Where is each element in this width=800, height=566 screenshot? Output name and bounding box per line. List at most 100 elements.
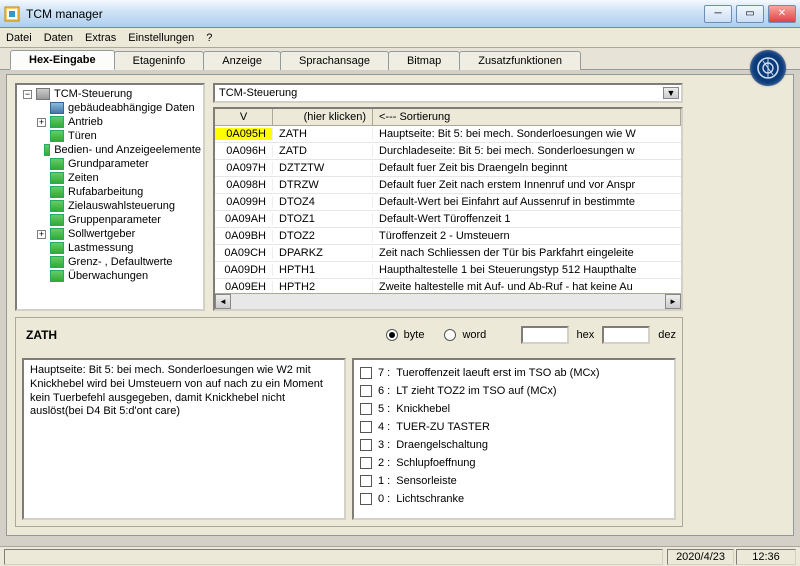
- tree-item[interactable]: Überwachungen: [19, 269, 201, 283]
- tree-item[interactable]: Rufabarbeitung: [19, 185, 201, 199]
- tree-item[interactable]: + Sollwertgeber: [19, 227, 201, 241]
- cell-address: 0A09DH: [215, 264, 273, 276]
- description-box[interactable]: Hauptseite: Bit 5: bei mech. Sonderloesu…: [22, 358, 346, 520]
- expand-icon[interactable]: +: [37, 230, 46, 239]
- column-address[interactable]: V: [215, 109, 273, 125]
- detail-panel: ZATH byte word hex dez Hauptseite: Bit 5…: [15, 317, 683, 527]
- dez-input[interactable]: [602, 326, 650, 344]
- tab-etageninfo[interactable]: Etageninfo: [114, 51, 205, 70]
- cell-name: DTOZ4: [273, 196, 373, 208]
- tree-item[interactable]: Türen: [19, 129, 201, 143]
- bit-row: 0 :Lichtschranke: [360, 490, 668, 508]
- tab-zusatzfunktionen[interactable]: Zusatzfunktionen: [459, 51, 581, 70]
- bit-checkbox[interactable]: [360, 493, 372, 505]
- parameter-tree[interactable]: − TCM-Steuerung gebäudeabhängige Daten+A…: [15, 83, 205, 311]
- table-row[interactable]: 0A097HDZTZTWDefault fuer Zeit bis Draeng…: [215, 160, 681, 177]
- tree-item[interactable]: Grundparameter: [19, 157, 201, 171]
- column-sort[interactable]: <--- Sortierung: [373, 109, 681, 125]
- cell-name: HPTH2: [273, 281, 373, 293]
- maximize-button[interactable]: ▭: [736, 5, 764, 23]
- hex-input[interactable]: [521, 326, 569, 344]
- minimize-button[interactable]: ─: [704, 5, 732, 23]
- tree-item-label: Bedien- und Anzeigeelemente: [54, 144, 201, 156]
- table-row[interactable]: 0A098HDTRZWDefault fuer Zeit nach erstem…: [215, 177, 681, 194]
- table-row[interactable]: 0A09DHHPTH1Haupthaltestelle 1 bei Steuer…: [215, 262, 681, 279]
- radio-byte[interactable]: [386, 329, 398, 341]
- cell-name: ZATD: [273, 145, 373, 157]
- scroll-track[interactable]: [231, 294, 665, 309]
- bit-text: Lichtschranke: [396, 493, 464, 505]
- tree-item-label: Rufabarbeitung: [68, 186, 143, 198]
- menu-datei[interactable]: Datei: [6, 32, 32, 44]
- tab-bitmap[interactable]: Bitmap: [388, 51, 460, 70]
- tree-item[interactable]: Zielauswahlsteuerung: [19, 199, 201, 213]
- cell-desc: Default fuer Zeit nach erstem Innenruf u…: [373, 179, 681, 191]
- tree-root-label: TCM-Steuerung: [54, 88, 132, 100]
- collapse-icon[interactable]: −: [23, 90, 32, 99]
- tree-item-label: Lastmessung: [68, 242, 133, 254]
- tree-item[interactable]: gebäudeabhängige Daten: [19, 101, 201, 115]
- tree-item[interactable]: Zeiten: [19, 171, 201, 185]
- tree-item[interactable]: +Antrieb: [19, 115, 201, 129]
- scroll-right-icon[interactable]: ►: [665, 294, 681, 309]
- menu-einstellungen[interactable]: Einstellungen: [128, 32, 194, 44]
- bit-number: 5 :: [378, 403, 390, 415]
- splitter[interactable]: [206, 83, 210, 311]
- scroll-left-icon[interactable]: ◄: [215, 294, 231, 309]
- table-row[interactable]: 0A09AHDTOZ1Default-Wert Türoffenzeit 1: [215, 211, 681, 228]
- cell-name: ZATH: [273, 128, 373, 140]
- radio-byte-label: byte: [404, 329, 425, 341]
- cell-address: 0A09AH: [215, 213, 273, 225]
- menu-extras[interactable]: Extras: [85, 32, 116, 44]
- section-select[interactable]: TCM-Steuerung ▼: [213, 83, 683, 103]
- bits-box[interactable]: 7 :Tueroffenzeit laeuft erst im TSO ab (…: [352, 358, 676, 520]
- folder-icon: [50, 242, 64, 254]
- close-button[interactable]: ✕: [768, 5, 796, 23]
- table-row[interactable]: 0A09EHHPTH2Zweite haltestelle mit Auf- u…: [215, 279, 681, 293]
- table-row[interactable]: 0A096HZATDDurchladeseite: Bit 5: bei mec…: [215, 143, 681, 160]
- hex-label: hex: [577, 329, 595, 341]
- bit-checkbox[interactable]: [360, 403, 372, 415]
- bit-checkbox[interactable]: [360, 439, 372, 451]
- cell-address: 0A095H: [215, 128, 273, 140]
- bit-checkbox[interactable]: [360, 385, 372, 397]
- bit-checkbox[interactable]: [360, 457, 372, 469]
- grid-hscroll[interactable]: ◄ ►: [215, 293, 681, 309]
- tree-root[interactable]: − TCM-Steuerung: [19, 87, 201, 101]
- tree-item[interactable]: Bedien- und Anzeigeelemente: [19, 143, 201, 157]
- bit-text: TUER-ZU TASTER: [396, 421, 490, 433]
- cell-address: 0A09BH: [215, 230, 273, 242]
- tree-item-label: Grundparameter: [68, 158, 149, 170]
- tree-item[interactable]: Grenz- , Defaultwerte: [19, 255, 201, 269]
- bit-row: 3 :Draengelschaltung: [360, 436, 668, 454]
- folder-icon: [50, 270, 64, 282]
- menu-help[interactable]: ?: [206, 32, 212, 44]
- table-row[interactable]: 0A09BHDTOZ2Türoffenzeit 2 - Umsteuern: [215, 228, 681, 245]
- expand-icon[interactable]: +: [37, 118, 46, 127]
- parameter-grid: V (hier klicken) <--- Sortierung 0A095HZ…: [213, 107, 683, 311]
- tree-item[interactable]: Gruppenparameter: [19, 213, 201, 227]
- cell-name: DTOZ2: [273, 230, 373, 242]
- bit-row: 5 :Knickhebel: [360, 400, 668, 418]
- tab-anzeige[interactable]: Anzeige: [203, 51, 281, 70]
- bit-checkbox[interactable]: [360, 367, 372, 379]
- tree-item[interactable]: Lastmessung: [19, 241, 201, 255]
- bit-checkbox[interactable]: [360, 421, 372, 433]
- table-row[interactable]: 0A099HDTOZ4Default-Wert bei Einfahrt auf…: [215, 194, 681, 211]
- cell-address: 0A098H: [215, 179, 273, 191]
- tree-item-label: Sollwertgeber: [68, 228, 135, 240]
- radio-word-label: word: [462, 329, 486, 341]
- chevron-down-icon[interactable]: ▼: [663, 87, 679, 99]
- tab-hex-eingabe[interactable]: Hex-Eingabe: [10, 50, 115, 70]
- table-row[interactable]: 0A09CHDPARKZZeit nach Schliessen der Tür…: [215, 245, 681, 262]
- cell-desc: Default-Wert bei Einfahrt auf Aussenruf …: [373, 196, 681, 208]
- tab-sprachansage[interactable]: Sprachansage: [280, 51, 389, 70]
- column-name[interactable]: (hier klicken): [273, 109, 373, 125]
- status-spacer: [4, 549, 663, 565]
- bit-checkbox[interactable]: [360, 475, 372, 487]
- radio-word[interactable]: [444, 329, 456, 341]
- grid-body[interactable]: 0A095HZATHHauptseite: Bit 5: bei mech. S…: [215, 126, 681, 293]
- table-row[interactable]: 0A095HZATHHauptseite: Bit 5: bei mech. S…: [215, 126, 681, 143]
- folder-icon: [50, 214, 64, 226]
- menu-daten[interactable]: Daten: [44, 32, 73, 44]
